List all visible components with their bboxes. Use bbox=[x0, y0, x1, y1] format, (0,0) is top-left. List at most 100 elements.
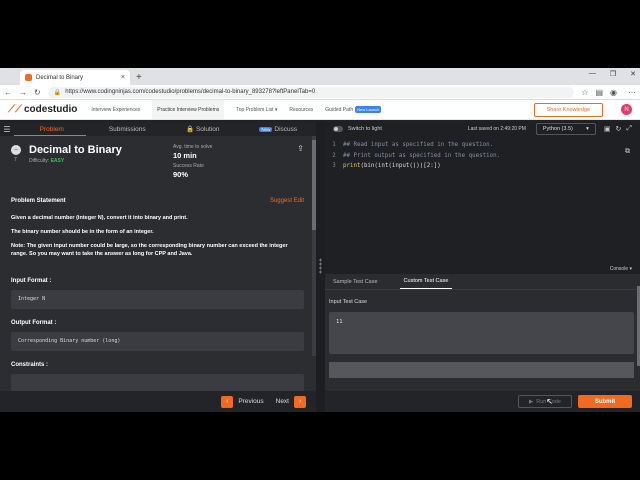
problem-stats: Avg. time to solve 10 min Success Rate 9… bbox=[173, 144, 213, 179]
statement-p1: Given a decimal number (integer N), conv… bbox=[11, 215, 188, 221]
more-icon[interactable]: ⋯ bbox=[628, 88, 636, 97]
output-area bbox=[329, 362, 634, 378]
tab-close-icon[interactable]: × bbox=[121, 74, 125, 81]
panel-divider[interactable] bbox=[316, 122, 325, 412]
window-controls: ― ❐ ✕ bbox=[589, 70, 636, 78]
input-test-case-label: Input Test Case bbox=[329, 299, 368, 305]
forward-icon[interactable]: → bbox=[19, 88, 27, 97]
problem-header: – 7 Decimal to Binary Difficulty: EASY A… bbox=[11, 144, 304, 188]
profile-icon[interactable]: ◉ bbox=[610, 88, 617, 97]
save-icon[interactable]: ▣ bbox=[604, 125, 611, 133]
language-select[interactable]: Python (3.5) ▾ bbox=[535, 123, 596, 135]
problem-title: Decimal to Binary bbox=[29, 144, 122, 156]
difficulty-icon: – bbox=[11, 145, 21, 155]
input-format-label: Input Format : bbox=[11, 278, 52, 284]
previous-button[interactable]: ‹ Previous bbox=[221, 395, 264, 408]
output-format-label: Output Format : bbox=[11, 320, 57, 326]
tab-title: Decimal to Binary bbox=[36, 74, 84, 81]
reload-icon[interactable]: ↻ bbox=[34, 88, 41, 97]
problem-number: 7 bbox=[14, 157, 17, 163]
chevron-down-icon: ▾ bbox=[586, 126, 589, 132]
difficulty-value: EASY bbox=[50, 158, 65, 164]
nav-guided-path[interactable]: Guided Path New Launch bbox=[325, 105, 382, 113]
new-tab-button[interactable]: + bbox=[136, 70, 142, 85]
codestudio-logo[interactable]: ⟋⟋ codestudio bbox=[8, 104, 77, 115]
console-toggle[interactable]: Console ▾ bbox=[610, 266, 632, 272]
url-field[interactable]: 🔒 https://www.codingninjas.com/codestudi… bbox=[47, 86, 575, 98]
browser-tabstrip: Decimal to Binary × + ― ❐ ✕ bbox=[0, 68, 640, 85]
back-icon[interactable]: ← bbox=[4, 88, 12, 97]
code-editor[interactable]: 1 ## Read input as specified in the quest… bbox=[325, 140, 640, 260]
success-rate-value: 90% bbox=[173, 170, 189, 179]
workspace: ☰ Problem Submissions 🔒 Solution New Disc… bbox=[0, 122, 640, 412]
tab-solution[interactable]: 🔒 Solution bbox=[165, 125, 241, 133]
window-close-icon[interactable]: ✕ bbox=[630, 70, 636, 78]
collections-icon[interactable]: ▤ bbox=[595, 88, 603, 97]
fullscreen-icon[interactable]: ⤢ bbox=[626, 125, 632, 133]
url-text: https://www.codingninjas.com/codestudio/… bbox=[65, 89, 316, 95]
problem-title-block: Decimal to Binary Difficulty: EASY bbox=[29, 144, 122, 188]
statement-p2: The binary number should be in the form … bbox=[11, 229, 154, 235]
nav-resources[interactable]: Resources bbox=[289, 107, 313, 113]
chevron-down-icon: ▾ bbox=[629, 266, 632, 272]
new-launch-badge: New Launch bbox=[355, 105, 382, 113]
nav-practice-problems[interactable]: Practice Interview Problems bbox=[152, 100, 225, 119]
star-icon[interactable]: ☆ bbox=[581, 88, 588, 97]
problem-panel: ☰ Problem Submissions 🔒 Solution New Disc… bbox=[0, 122, 316, 412]
tab-problem[interactable]: Problem bbox=[14, 126, 90, 133]
chevron-right-icon: › bbox=[294, 395, 306, 408]
tab-custom-test-case[interactable]: Custom Test Case bbox=[399, 274, 453, 289]
maximize-icon[interactable]: ❐ bbox=[610, 70, 616, 78]
statement-row: Problem Statement Suggest Edit bbox=[11, 198, 304, 204]
statement-label: Problem Statement bbox=[11, 198, 66, 204]
site-header: ⟋⟋ codestudio Interview Experiences Prac… bbox=[0, 100, 640, 120]
constraints-box bbox=[11, 374, 304, 391]
suggest-edit-link[interactable]: Suggest Edit bbox=[270, 198, 304, 204]
screen: Decimal to Binary × + ― ❐ ✕ ← → ↻ 🔒 http… bbox=[0, 68, 640, 412]
output-format-box: Corresponding Binary number (long) bbox=[11, 332, 304, 351]
menu-icon[interactable]: ☰ bbox=[0, 125, 14, 134]
code-line: 2 ## Print output as specified in the que… bbox=[332, 152, 501, 159]
chevron-left-icon: ‹ bbox=[221, 395, 234, 408]
constraints-label: Constraints : bbox=[11, 362, 49, 368]
new-badge: New bbox=[259, 126, 273, 132]
share-knowledge-button[interactable]: Share Knowledge bbox=[533, 102, 603, 117]
lock-icon: 🔒 bbox=[53, 89, 62, 96]
problem-content: – 7 Decimal to Binary Difficulty: EASY A… bbox=[0, 136, 316, 391]
custom-input-field[interactable]: 11 bbox=[329, 312, 634, 354]
share-icon[interactable]: ⇪ bbox=[297, 144, 304, 153]
reset-icon[interactable]: ↻ bbox=[616, 125, 622, 133]
tab-submissions[interactable]: Submissions bbox=[90, 126, 166, 133]
browser-tab[interactable]: Decimal to Binary × bbox=[20, 70, 130, 85]
submit-button[interactable]: Submit bbox=[578, 395, 632, 408]
avatar[interactable]: N bbox=[621, 104, 632, 115]
address-bar: ← → ↻ 🔒 https://www.codingninjas.com/cod… bbox=[0, 85, 640, 100]
favicon-icon bbox=[25, 74, 32, 81]
theme-toggle[interactable] bbox=[333, 126, 343, 132]
difficulty-row: Difficulty: EASY bbox=[29, 158, 65, 164]
problem-footer: ‹ Previous Next › bbox=[0, 391, 316, 412]
next-button[interactable]: Next › bbox=[276, 395, 306, 408]
avg-time-value: 10 min bbox=[173, 151, 197, 160]
problem-tabs: ☰ Problem Submissions 🔒 Solution New Disc… bbox=[0, 122, 316, 136]
run-code-button[interactable]: ▶ Run Code bbox=[518, 395, 572, 408]
minimize-icon[interactable]: ― bbox=[589, 70, 596, 78]
switch-light-label[interactable]: Switch to light bbox=[348, 126, 382, 132]
editor-icons: ▣ ↻ ⤢ bbox=[604, 125, 632, 133]
drag-handle-icon[interactable] bbox=[319, 258, 322, 274]
lock-icon: 🔒 bbox=[186, 126, 195, 133]
site-nav: Interview Experiences Practice Interview… bbox=[91, 100, 382, 119]
chevron-down-icon: ▾ bbox=[274, 106, 278, 113]
editor-toolbar: Switch to light Last saved on 2:49:20 PM… bbox=[325, 122, 640, 136]
editor-panel: Switch to light Last saved on 2:49:20 PM… bbox=[325, 122, 640, 412]
input-format-box: Integer N bbox=[11, 290, 304, 309]
tab-sample-test-case[interactable]: Sample Test Case bbox=[329, 274, 382, 289]
play-icon: ▶ bbox=[528, 398, 534, 405]
copy-icon[interactable]: ⧉ bbox=[625, 148, 630, 156]
test-case-panel: Sample Test Case Custom Test Case Input … bbox=[325, 274, 640, 412]
mouse-cursor-icon: ↖ bbox=[546, 397, 553, 406]
tab-discuss[interactable]: New Discuss bbox=[241, 126, 317, 133]
nav-top-problem-list[interactable]: Top Problem List ▾ bbox=[236, 107, 277, 113]
last-saved-text: Last saved on 2:49:20 PM bbox=[467, 126, 526, 132]
nav-interview-experiences[interactable]: Interview Experiences bbox=[91, 107, 140, 113]
